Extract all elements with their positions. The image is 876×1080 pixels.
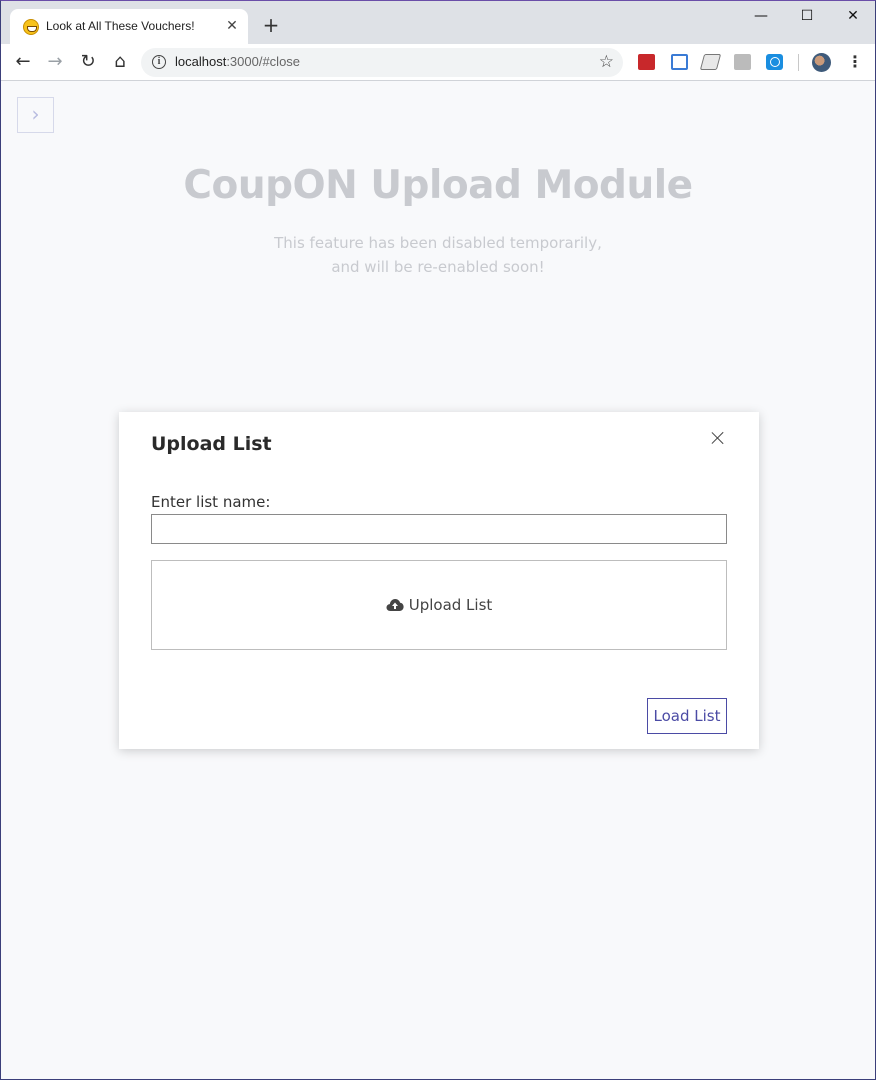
ext-blue-bracket-icon[interactable] [671, 54, 688, 70]
browser-window: Look at All These Vouchers! ✕ + — ☐ ✕ ← … [0, 0, 876, 1080]
home-button[interactable]: ⌂ [107, 49, 133, 75]
bookmark-star-icon[interactable]: ☆ [599, 52, 614, 72]
back-button[interactable]: ← [10, 49, 36, 75]
browser-toolbar: ← → ↻ ⌂ i localhost:3000/#close ☆ ⋮ [1, 44, 875, 81]
list-name-label: Enter list name: [151, 493, 271, 511]
list-name-input[interactable] [151, 514, 727, 544]
minimize-button[interactable]: — [738, 5, 784, 29]
ext-red-icon[interactable] [638, 54, 655, 70]
info-icon[interactable]: i [152, 55, 166, 69]
browser-menu-icon[interactable]: ⋮ [847, 52, 863, 72]
ext-grey-icon[interactable] [734, 54, 751, 70]
address-bar[interactable]: i localhost:3000/#close ☆ [141, 48, 623, 77]
tab-strip: Look at All These Vouchers! ✕ + — ☐ ✕ [1, 1, 875, 44]
modal-title: Upload List [151, 433, 272, 455]
grinning-face-icon [23, 19, 39, 35]
profile-avatar[interactable] [812, 53, 831, 72]
url-host: localhost [175, 54, 227, 69]
page-content: › CoupON Upload Module This feature has … [1, 81, 875, 1079]
maximize-button[interactable]: ☐ [784, 5, 830, 29]
new-tab-button[interactable]: + [260, 14, 282, 36]
active-tab[interactable]: Look at All These Vouchers! ✕ [10, 9, 248, 44]
ext-blue-clock-icon[interactable] [766, 54, 783, 70]
close-icon[interactable] [709, 429, 727, 447]
cloud-upload-icon [386, 599, 404, 611]
upload-list-label: Upload List [408, 596, 493, 614]
url-path: :3000/#close [226, 54, 301, 69]
upload-dropzone[interactable]: Upload List [151, 560, 727, 650]
forward-button[interactable]: → [42, 49, 68, 75]
tab-title: Look at All These Vouchers! [46, 19, 195, 33]
upload-list-modal: Upload List Enter list name: Upload List… [119, 412, 759, 749]
close-window-button[interactable]: ✕ [830, 5, 875, 29]
load-list-button[interactable]: Load List [647, 698, 727, 734]
reload-button[interactable]: ↻ [75, 49, 101, 75]
close-tab-icon[interactable]: ✕ [224, 18, 240, 34]
page-subtitle: This feature has been disabled temporari… [274, 234, 602, 276]
ext-ticket-icon[interactable] [699, 54, 722, 70]
toolbar-divider [798, 54, 799, 71]
page-title: CoupON Upload Module [183, 163, 693, 208]
upload-list-button[interactable]: Upload List [386, 596, 493, 614]
url-text[interactable]: localhost:3000/#close [175, 54, 300, 69]
sidebar-toggle-button[interactable]: › [17, 97, 54, 133]
